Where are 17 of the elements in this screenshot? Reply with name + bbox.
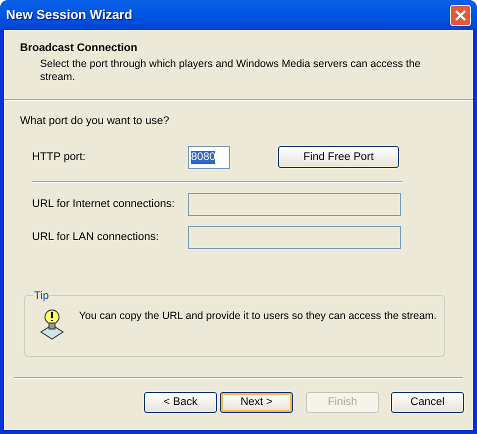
http-port-label: HTTP port:	[32, 150, 87, 165]
header-subtitle: Select the port through which players and Windows Media servers can access the stream.	[39, 58, 422, 84]
wizard-button[interactable]: < Back	[144, 392, 217, 412]
question-text: What port do you want to use?	[20, 114, 170, 129]
light-bulb-icon	[39, 308, 65, 342]
close-icon	[455, 10, 466, 20]
http-port-field[interactable]: 8080	[188, 146, 230, 168]
port-value: 8080	[191, 150, 216, 164]
header-title: Broadcast Connection	[20, 41, 138, 56]
wizard-button[interactable]: Next >	[220, 392, 293, 412]
find-free-port-button[interactable]: Find Free Port	[278, 146, 399, 168]
close-button[interactable]	[450, 4, 471, 26]
tip-text: You can copy the URL and provide it to users so they can access the stream.	[79, 308, 437, 324]
wizard-button[interactable]: Cancel	[391, 392, 464, 412]
window-title: New Session Wizard	[6, 6, 132, 24]
url-label: URL for LAN connections:	[32, 230, 160, 245]
url-label: URL for Internet connections:	[32, 196, 176, 212]
